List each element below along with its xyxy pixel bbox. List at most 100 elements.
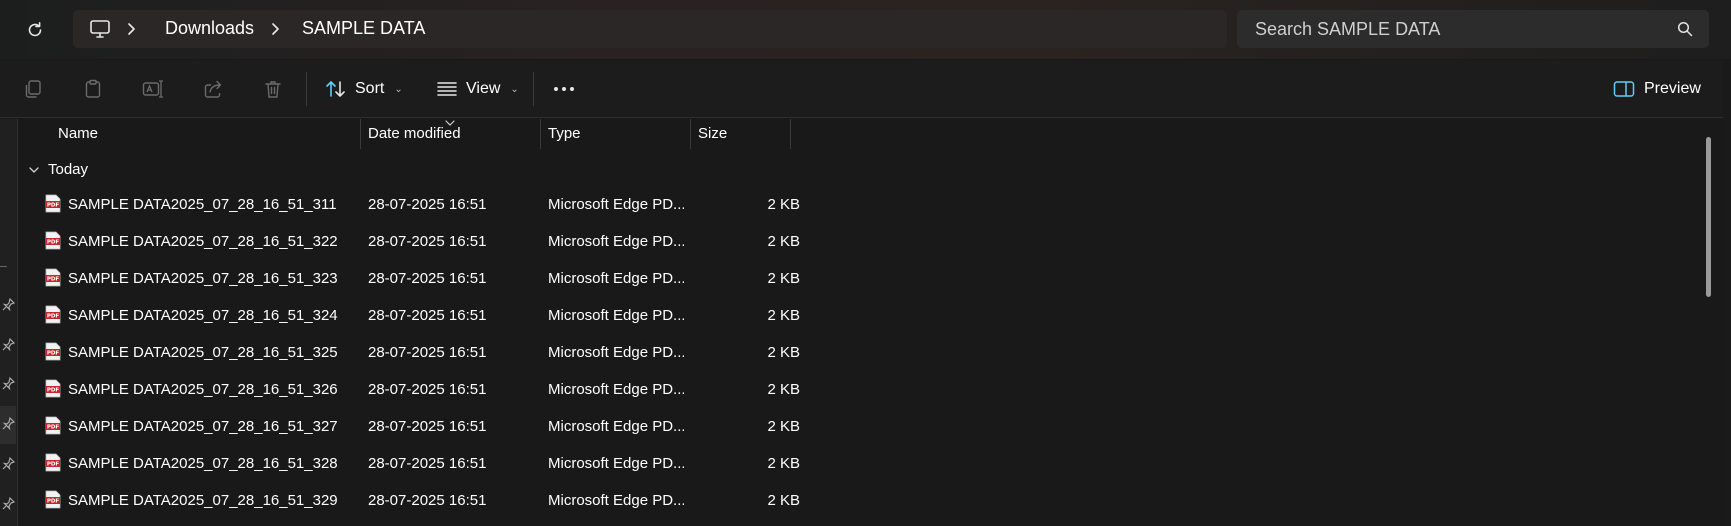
- delete-button[interactable]: [261, 77, 285, 101]
- chevron-right-icon[interactable]: [268, 21, 282, 37]
- command-bar: Sort ⌄ View ⌄ Preview: [0, 60, 1723, 118]
- chevron-down-icon: [29, 166, 39, 173]
- group-label: Today: [48, 161, 89, 178]
- pdf-file-icon: PDF: [45, 416, 61, 435]
- this-pc-icon[interactable]: [89, 18, 111, 40]
- svg-text:PDF: PDF: [47, 462, 60, 468]
- column-divider[interactable]: [360, 119, 361, 149]
- toolbar-separator: [533, 72, 534, 106]
- refresh-button[interactable]: [20, 16, 50, 44]
- column-divider[interactable]: [790, 119, 791, 149]
- file-name: SAMPLE DATA2025_07_28_16_51_325: [68, 344, 338, 361]
- file-date-modified: 28-07-2025 16:51: [368, 381, 487, 398]
- preview-pane-icon: [1613, 81, 1635, 97]
- file-size: 2 KB: [767, 344, 800, 361]
- file-type: Microsoft Edge PD...: [548, 492, 684, 509]
- more-options-icon[interactable]: [552, 82, 576, 96]
- rename-button[interactable]: [141, 77, 165, 101]
- file-name: SAMPLE DATA2025_07_28_16_51_327: [68, 418, 338, 435]
- file-type: Microsoft Edge PD...: [548, 307, 684, 324]
- window-edge: [1723, 60, 1731, 526]
- file-type: Microsoft Edge PD...: [548, 455, 684, 472]
- file-size: 2 KB: [767, 233, 800, 250]
- file-row[interactable]: PDF SAMPLE DATA2025_07_28_16_51_327 28-07-…: [19, 408, 1699, 445]
- share-button[interactable]: [201, 77, 225, 101]
- file-type: Microsoft Edge PD...: [548, 344, 684, 361]
- file-type: Microsoft Edge PD...: [548, 381, 684, 398]
- pin-icon[interactable]: [1, 417, 15, 431]
- refresh-icon: [28, 22, 42, 37]
- file-date-modified: 28-07-2025 16:51: [368, 307, 487, 324]
- column-header-size[interactable]: Size: [698, 125, 727, 142]
- sort-button[interactable]: Sort ⌄: [325, 74, 403, 104]
- breadcrumb[interactable]: Downloads SAMPLE DATA: [73, 10, 1227, 48]
- file-date-modified: 28-07-2025 16:51: [368, 344, 487, 361]
- view-label: View: [466, 80, 501, 97]
- file-size: 2 KB: [767, 196, 800, 213]
- file-row[interactable]: PDF SAMPLE DATA2025_07_28_16_51_311 28-07-…: [19, 186, 1699, 223]
- svg-text:PDF: PDF: [47, 203, 60, 209]
- copy-button[interactable]: [21, 77, 45, 101]
- toolbar-separator: [306, 72, 307, 106]
- file-name: SAMPLE DATA2025_07_28_16_51_322: [68, 233, 338, 250]
- file-name: SAMPLE DATA2025_07_28_16_51_326: [68, 381, 338, 398]
- preview-button[interactable]: Preview: [1613, 74, 1701, 104]
- column-divider[interactable]: [690, 119, 691, 149]
- rename-icon: [142, 80, 163, 98]
- sort-icon: [326, 81, 345, 97]
- pin-icon[interactable]: [1, 457, 15, 471]
- column-header-type[interactable]: Type: [548, 125, 581, 142]
- file-size: 2 KB: [767, 455, 800, 472]
- breadcrumb-item-sample-data[interactable]: SAMPLE DATA: [302, 18, 425, 39]
- column-header-name[interactable]: Name: [58, 125, 98, 142]
- group-header-today[interactable]: Today: [28, 161, 88, 178]
- file-row[interactable]: PDF SAMPLE DATA2025_07_28_16_51_322 28-07-…: [19, 223, 1699, 260]
- file-date-modified: 28-07-2025 16:51: [368, 270, 487, 287]
- file-date-modified: 28-07-2025 16:51: [368, 196, 487, 213]
- file-row[interactable]: PDF SAMPLE DATA2025_07_28_16_51_323 28-07-…: [19, 260, 1699, 297]
- pin-icon[interactable]: [1, 298, 15, 312]
- navigation-pane[interactable]: [0, 119, 18, 526]
- pdf-file-icon: PDF: [45, 231, 61, 250]
- file-name: SAMPLE DATA2025_07_28_16_51_328: [68, 455, 338, 472]
- svg-text:PDF: PDF: [47, 388, 60, 394]
- file-name: SAMPLE DATA2025_07_28_16_51_329: [68, 492, 338, 509]
- svg-text:PDF: PDF: [47, 499, 60, 505]
- file-row[interactable]: PDF SAMPLE DATA2025_07_28_16_51_324 28-07-…: [19, 297, 1699, 334]
- file-row[interactable]: PDF SAMPLE DATA2025_07_28_16_51_328 28-07-…: [19, 445, 1699, 482]
- file-row[interactable]: PDF SAMPLE DATA2025_07_28_16_51_326 28-07-…: [19, 371, 1699, 408]
- breadcrumb-item-downloads[interactable]: Downloads: [165, 18, 254, 39]
- share-icon: [204, 80, 222, 98]
- file-row[interactable]: PDF SAMPLE DATA2025_07_28_16_51_325 28-07-…: [19, 334, 1699, 371]
- vertical-scrollbar[interactable]: [1706, 137, 1711, 297]
- chevron-down-icon: ⌄: [510, 83, 519, 95]
- svg-text:PDF: PDF: [47, 277, 60, 283]
- file-size: 2 KB: [767, 270, 800, 287]
- pin-icon[interactable]: [1, 497, 15, 511]
- pin-icon[interactable]: [1, 338, 15, 352]
- svg-text:PDF: PDF: [47, 351, 60, 357]
- copy-icon: [25, 80, 41, 98]
- file-date-modified: 28-07-2025 16:51: [368, 418, 487, 435]
- paste-button[interactable]: [81, 77, 105, 101]
- view-button[interactable]: View ⌄: [436, 74, 519, 104]
- file-size: 2 KB: [767, 307, 800, 324]
- pdf-file-icon: PDF: [45, 379, 61, 398]
- file-list: PDF SAMPLE DATA2025_07_28_16_51_311 28-07-…: [19, 186, 1699, 519]
- pdf-file-icon: PDF: [45, 194, 61, 213]
- file-size: 2 KB: [767, 492, 800, 509]
- sort-label: Sort: [355, 80, 385, 97]
- chevron-right-icon[interactable]: [124, 21, 138, 37]
- chevron-down-icon: ⌄: [394, 83, 403, 95]
- column-header-date-modified[interactable]: Date modified: [368, 125, 461, 142]
- column-divider[interactable]: [540, 119, 541, 149]
- pdf-file-icon: PDF: [45, 268, 61, 287]
- search-placeholder: Search SAMPLE DATA: [1255, 19, 1441, 39]
- search-icon[interactable]: [1677, 21, 1693, 37]
- pin-icon[interactable]: [1, 377, 15, 391]
- file-row[interactable]: PDF SAMPLE DATA2025_07_28_16_51_329 28-07-…: [19, 482, 1699, 519]
- search-input[interactable]: Search SAMPLE DATA: [1237, 10, 1709, 48]
- file-name: SAMPLE DATA2025_07_28_16_51_311: [68, 196, 337, 213]
- file-size: 2 KB: [767, 418, 800, 435]
- svg-text:PDF: PDF: [47, 314, 60, 320]
